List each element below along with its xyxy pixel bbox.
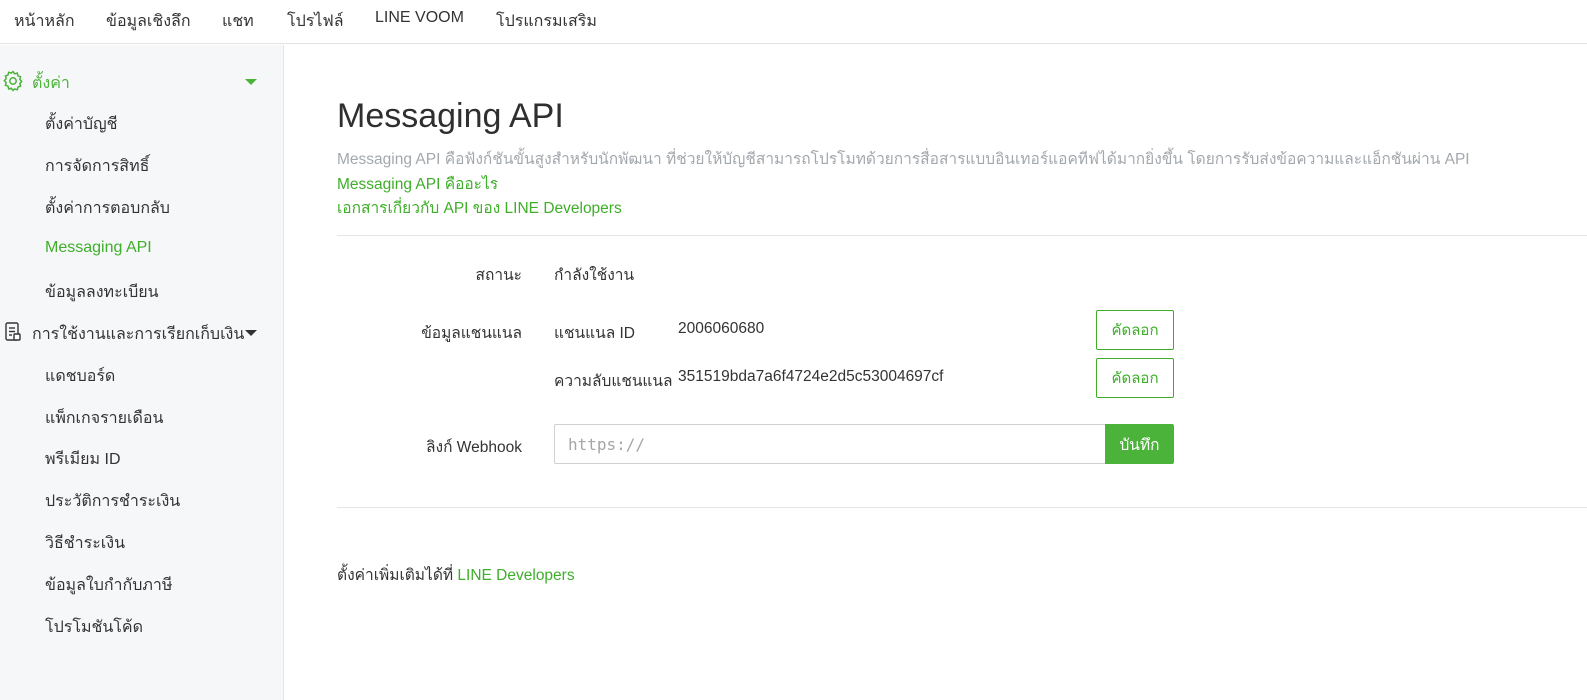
channel-id-label: แชนแนล ID bbox=[554, 325, 635, 342]
save-webhook-button[interactable]: บันทึก bbox=[1105, 424, 1174, 464]
sidebar-group-label: การใช้งานและการเรียกเก็บเงิน bbox=[32, 326, 245, 343]
channel-secret-label: ความลับแชนแนล bbox=[554, 373, 673, 390]
footer-note: ตั้งค่าเพิ่มเติมได้ที่ LINE Developers bbox=[337, 562, 575, 587]
line-developers-link[interactable]: LINE Developers bbox=[457, 567, 574, 584]
sidebar-item-dashboard[interactable]: แดชบอร์ด bbox=[45, 364, 115, 389]
sidebar-group-settings[interactable]: ตั้งค่า bbox=[0, 67, 284, 95]
sidebar: ตั้งค่า ตั้งค่าบัญชี การจัดการสิทธิ์ ตั้… bbox=[0, 45, 284, 700]
sidebar-item-registration-info[interactable]: ข้อมูลลงทะเบียน bbox=[45, 280, 159, 305]
chevron-down-icon bbox=[245, 330, 257, 336]
nav-chat[interactable]: แชท bbox=[222, 0, 254, 34]
divider bbox=[337, 235, 1587, 236]
chevron-down-icon bbox=[245, 79, 257, 85]
webhook-label: ลิงก์ Webhook bbox=[426, 439, 522, 456]
what-is-messaging-api-link[interactable]: Messaging API คืออะไร bbox=[337, 171, 498, 196]
sidebar-item-payment-history[interactable]: ประวัติการชำระเงิน bbox=[45, 489, 180, 514]
page-description: Messaging API คือฟังก์ชันขั้นสูงสำหรับนั… bbox=[337, 151, 1470, 168]
sidebar-item-account-settings[interactable]: ตั้งค่าบัญชี bbox=[45, 112, 118, 137]
nav-insights[interactable]: ข้อมูลเชิงลึก bbox=[106, 0, 191, 34]
top-navigation: หน้าหลัก ข้อมูลเชิงลึก แชท โปรไฟล์ LINE … bbox=[0, 0, 1587, 44]
document-icon bbox=[1, 320, 25, 344]
channel-secret-value: 351519bda7a6f4724e2d5c53004697cf bbox=[678, 368, 944, 385]
channel-info-label: ข้อมูลแชนแนล bbox=[421, 325, 522, 342]
sidebar-item-premium-id[interactable]: พรีเมียม ID bbox=[45, 447, 121, 472]
status-label: สถานะ bbox=[475, 267, 522, 284]
nav-profile[interactable]: โปรไฟล์ bbox=[287, 0, 344, 34]
sidebar-item-promo-code[interactable]: โปรโมชันโค้ด bbox=[45, 615, 143, 640]
api-docs-link[interactable]: เอกสารเกี่ยวกับ API ของ LINE Developers bbox=[337, 195, 622, 220]
footer-text: ตั้งค่าเพิ่มเติมได้ที่ bbox=[337, 567, 454, 584]
nav-home[interactable]: หน้าหลัก bbox=[14, 0, 75, 34]
sidebar-item-response-settings[interactable]: ตั้งค่าการตอบกลับ bbox=[45, 196, 170, 221]
gear-icon bbox=[1, 69, 25, 93]
sidebar-item-monthly-plan[interactable]: แพ็กเกจรายเดือน bbox=[45, 406, 163, 431]
divider bbox=[337, 507, 1587, 508]
sidebar-item-tax-invoice[interactable]: ข้อมูลใบกำกับภาษี bbox=[45, 573, 172, 598]
copy-channel-secret-button[interactable]: คัดลอก bbox=[1096, 358, 1174, 398]
copy-channel-id-button[interactable]: คัดลอก bbox=[1096, 310, 1174, 350]
webhook-url-input[interactable] bbox=[554, 424, 1106, 464]
sidebar-item-messaging-api[interactable]: Messaging API bbox=[45, 239, 152, 257]
nav-extensions[interactable]: โปรแกรมเสริม bbox=[496, 0, 597, 34]
page-title: Messaging API bbox=[337, 97, 564, 135]
sidebar-item-payment-method[interactable]: วิธีชำระเงิน bbox=[45, 531, 125, 556]
sidebar-group-billing[interactable]: การใช้งานและการเรียกเก็บเงิน bbox=[0, 318, 284, 346]
status-value: กำลังใช้งาน bbox=[554, 267, 635, 284]
main-content: Messaging API Messaging API คือฟังก์ชันข… bbox=[337, 45, 1587, 700]
channel-id-value: 2006060680 bbox=[678, 320, 765, 337]
nav-line-voom[interactable]: LINE VOOM bbox=[375, 0, 464, 27]
sidebar-item-permissions[interactable]: การจัดการสิทธิ์ bbox=[45, 154, 149, 179]
sidebar-group-label: ตั้งค่า bbox=[32, 75, 70, 92]
